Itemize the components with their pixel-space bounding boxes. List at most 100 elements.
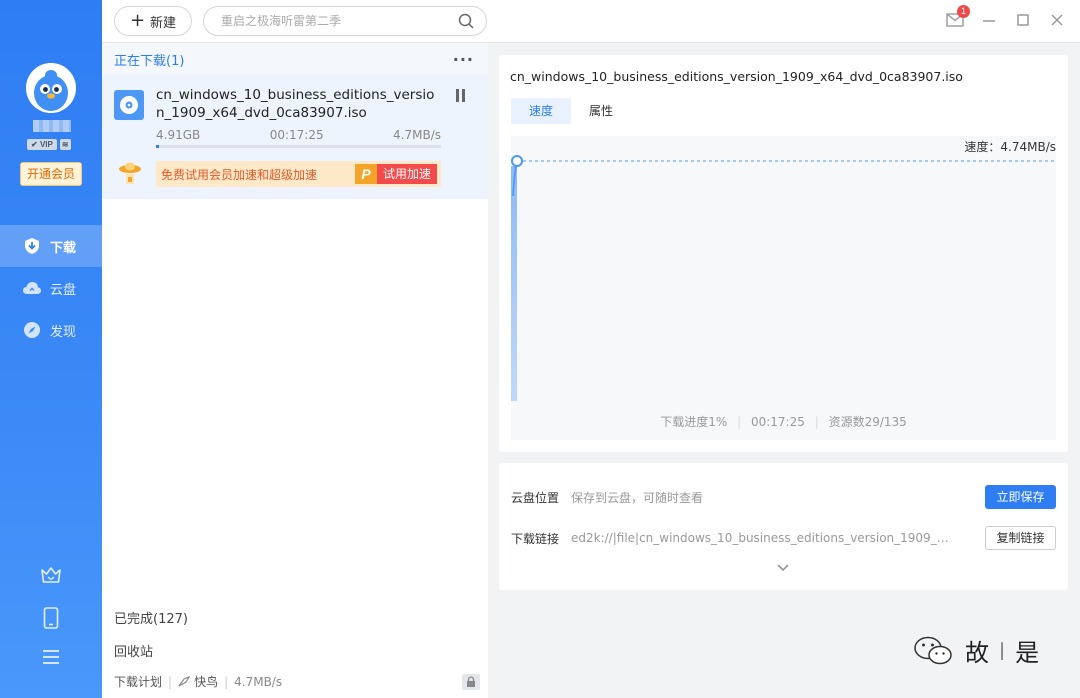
phone-icon[interactable] xyxy=(0,607,102,629)
watermark: 故 | 是 xyxy=(913,633,1039,668)
crown-icon[interactable] xyxy=(0,565,102,587)
download-file-name: cn_windows_10_business_editions_version_… xyxy=(156,87,435,121)
list-sections: 已完成(127) 回收站 xyxy=(102,603,488,669)
download-time-left: 00:17:25 xyxy=(269,128,324,142)
mail-count-badge: 1 xyxy=(957,5,970,18)
task-detail-card: cn_windows_10_business_editions_version_… xyxy=(499,55,1068,452)
p-logo-icon: P xyxy=(354,164,377,184)
open-vip-button[interactable]: 开通会员 xyxy=(20,162,82,186)
stat-progress: 下载进度1% xyxy=(660,415,728,429)
download-shield-icon xyxy=(22,236,42,256)
vip-badges: ✔ VIP ≋ xyxy=(27,139,71,150)
download-progress-bar xyxy=(156,145,441,148)
divider: | xyxy=(737,415,742,429)
maximize-icon xyxy=(1017,14,1029,26)
plus-icon: + xyxy=(129,10,146,31)
download-speed: 4.7MB/s xyxy=(393,128,441,142)
vip-badge: ✔ VIP xyxy=(27,139,57,150)
close-button[interactable] xyxy=(1048,10,1066,30)
vip-check-icon: ✔ xyxy=(31,140,38,149)
bird-avatar-icon xyxy=(26,63,76,113)
sidebar-item-label: 云盘 xyxy=(50,282,77,298)
search-icon[interactable] xyxy=(458,13,474,33)
cloud-location-row: 云盘位置 保存到云盘，可随时查看 立即保存 xyxy=(511,485,1056,509)
wechat-icon xyxy=(914,636,952,664)
mail-button[interactable]: 1 xyxy=(946,5,970,30)
avatar[interactable] xyxy=(26,63,76,113)
sidebar: ✔ VIP ≋ 开通会员 下载 云盘 发现 xyxy=(0,0,102,698)
vip-label: VIP xyxy=(39,140,53,149)
sidebar-item-cloud[interactable]: 云盘 xyxy=(0,267,102,309)
sidebar-item-download[interactable]: 下载 xyxy=(0,225,102,267)
minimize-button[interactable] xyxy=(980,10,998,30)
chart-stats: 下载进度1% | 00:17:25 | 资源数29/135 xyxy=(511,413,1056,430)
bird-speed-icon xyxy=(178,675,191,687)
status-bar: 下载计划 | 快鸟 | 4.7MB/s xyxy=(114,673,474,690)
close-icon xyxy=(1051,14,1063,26)
tab-speed[interactable]: 速度 xyxy=(511,98,571,124)
download-progress-fill xyxy=(156,145,159,148)
divider: | xyxy=(999,640,1006,661)
new-task-button[interactable]: + 新建 xyxy=(114,6,192,36)
recycle-bin[interactable]: 回收站 xyxy=(102,636,488,669)
search-input[interactable] xyxy=(221,7,451,35)
minimize-icon xyxy=(983,20,995,22)
downloading-title[interactable]: 正在下载(1) xyxy=(114,50,184,69)
sidebar-nav: 下载 云盘 发现 xyxy=(0,225,102,351)
speed-point xyxy=(511,155,523,167)
sidebar-bottom-icons xyxy=(0,565,102,691)
download-meta: 4.91GB 00:17:25 4.7MB/s xyxy=(156,128,441,142)
trial-promo-banner[interactable]: 免费试用会员加速和超级加速 P 试用加速 xyxy=(156,161,441,187)
watermark-right: 是 xyxy=(1015,639,1040,667)
sidebar-item-label: 发现 xyxy=(50,324,77,340)
tab-properties[interactable]: 属性 xyxy=(571,98,631,124)
window-controls: 1 xyxy=(946,5,1066,30)
detail-file-name: cn_windows_10_business_editions_version_… xyxy=(510,69,963,84)
pause-button[interactable] xyxy=(456,89,468,103)
menu-icon[interactable] xyxy=(0,649,102,671)
divider: | xyxy=(224,674,229,689)
speed-area xyxy=(511,166,517,401)
save-now-button[interactable]: 立即保存 xyxy=(985,485,1056,509)
downloading-header: 正在下载(1) ··· xyxy=(102,43,488,75)
download-link-row: 下载链接 ed2k://|file|cn_windows_10_business… xyxy=(511,526,1056,550)
chevron-down-icon[interactable] xyxy=(776,562,790,572)
download-plan-link[interactable]: 下载计划 xyxy=(114,673,162,690)
promo-text: 免费试用会员加速和超级加速 xyxy=(161,167,318,182)
lock-icon[interactable] xyxy=(461,673,481,691)
download-size: 4.91GB xyxy=(156,128,201,142)
search-box[interactable] xyxy=(203,6,487,36)
detail-tabs: 速度 属性 xyxy=(511,98,631,124)
download-link-value[interactable]: ed2k://|file|cn_windows_10_business_edit… xyxy=(571,531,951,545)
vip-level-badge: ≋ xyxy=(59,139,71,150)
more-icon[interactable]: ··· xyxy=(453,50,474,69)
stat-sources: 资源数29/135 xyxy=(828,415,907,429)
top-bar: + 新建 1 xyxy=(102,0,1080,43)
completed-section[interactable]: 已完成(127) xyxy=(102,603,488,636)
speed-mode[interactable]: 快鸟 xyxy=(194,673,218,690)
watermark-left: 故 xyxy=(965,639,989,667)
new-task-label: 新建 xyxy=(150,15,177,31)
username-masked xyxy=(33,120,71,132)
copy-link-button[interactable]: 复制链接 xyxy=(985,526,1056,550)
sidebar-item-label: 下载 xyxy=(50,240,77,256)
sidebar-item-discover[interactable]: 发现 xyxy=(0,309,102,351)
compass-icon xyxy=(22,320,42,340)
speed-chart: 速度：4.74MB/s 下载进度1% | 00:17:25 | 资源数29/13… xyxy=(511,136,1056,440)
global-speed: 4.7MB/s xyxy=(234,674,283,689)
maximize-button[interactable] xyxy=(1014,10,1032,30)
cloud-location-value: 保存到云盘，可随时查看 xyxy=(571,490,704,505)
task-info-card: 云盘位置 保存到云盘，可随时查看 立即保存 下载链接 ed2k://|file|… xyxy=(499,463,1068,590)
ufo-icon xyxy=(119,162,141,184)
cloud-icon xyxy=(22,278,42,298)
stat-time: 00:17:25 xyxy=(750,415,805,429)
disc-file-icon xyxy=(114,90,144,120)
divider: | xyxy=(168,674,173,689)
divider: | xyxy=(814,415,819,429)
pause-bar-icon xyxy=(462,89,465,102)
download-list-panel: 正在下载(1) ··· cn_windows_10_business_editi… xyxy=(102,43,488,698)
trial-accelerate-button[interactable]: P 试用加速 xyxy=(354,164,437,184)
trial-accelerate-label: 试用加速 xyxy=(376,164,437,184)
speed-chart-svg xyxy=(511,155,1056,401)
pause-bar-icon xyxy=(456,89,459,102)
